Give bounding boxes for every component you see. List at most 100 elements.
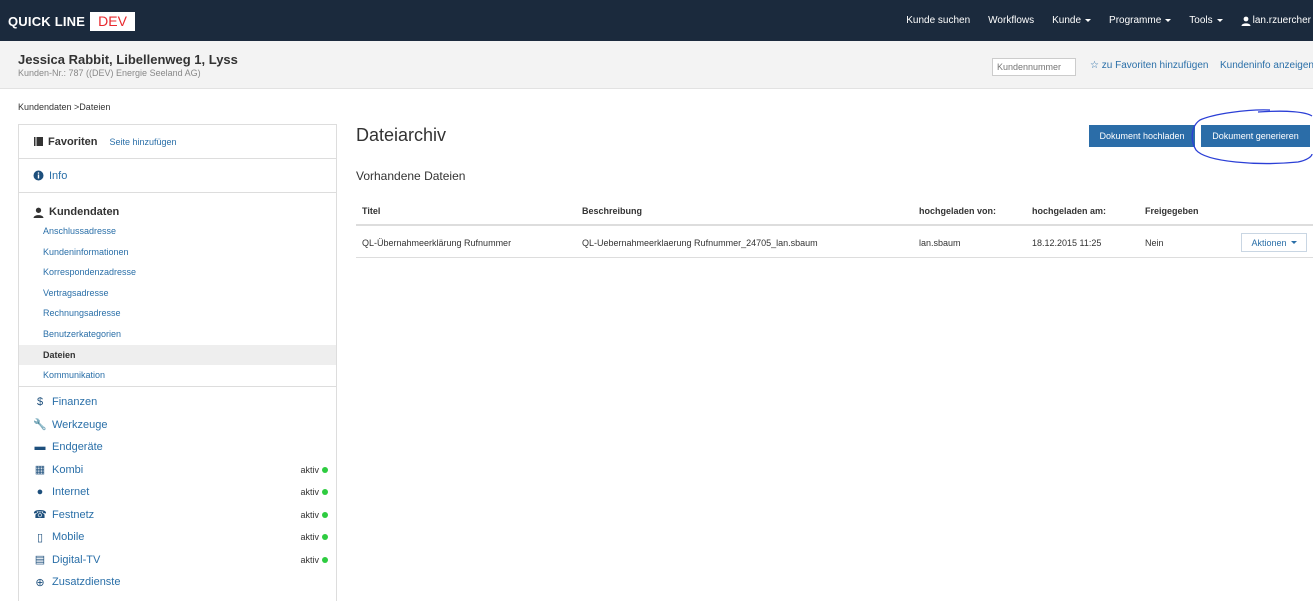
book-icon	[34, 137, 43, 146]
column-header-hochgeladen-am: hochgeladen am:	[1032, 206, 1107, 216]
sidebar-item-label: Finanzen	[52, 396, 98, 408]
actions-dropdown-button[interactable]: Aktionen	[1241, 233, 1307, 252]
nav-tools-dropdown[interactable]: Tools	[1189, 15, 1223, 26]
add-favorite-label: zu Favoriten hinzufügen	[1101, 60, 1209, 71]
top-navbar: QUICK LINE DEV Kunde suchen Workflows Ku…	[0, 0, 1313, 41]
nav-label: Tools	[1189, 15, 1213, 26]
status-label: aktiv	[300, 464, 319, 475]
sidebar-subitem-rechnungsadresse[interactable]: Rechnungsadresse	[19, 303, 336, 324]
status-dot-icon	[322, 556, 328, 563]
sidebar-item-digital-tv[interactable]: ▤ Digital-TV aktiv	[19, 548, 336, 571]
column-header-beschreibung: Beschreibung	[582, 206, 643, 216]
add-favorite-link[interactable]: ☆ zu Favoriten hinzufügen	[1090, 60, 1208, 71]
brand-name: QUICK LINE	[8, 13, 86, 29]
sidebar-item-finanzen[interactable]: $ Finanzen	[19, 391, 336, 414]
column-header-titel: Titel	[362, 206, 381, 216]
status-label: aktiv	[300, 509, 319, 520]
status-dot-icon	[322, 489, 328, 495]
nav-kunde-suchen[interactable]: Kunde suchen	[906, 15, 970, 26]
caret-down-icon	[1290, 241, 1297, 244]
sidebar-subitem-benutzerkategorien[interactable]: Benutzerkategorien	[19, 324, 336, 345]
status-dot-icon	[322, 534, 328, 540]
nav-label: Programme	[1109, 15, 1162, 26]
sidebar-item-label: Endgeräte	[52, 441, 103, 453]
add-page-link[interactable]: Seite hinzufügen	[110, 137, 177, 147]
mobile-icon: ▯	[36, 531, 44, 544]
nav-workflows[interactable]: Workflows	[988, 15, 1034, 26]
breadcrumb: Kundendaten >Dateien	[18, 102, 111, 112]
status-label: aktiv	[300, 532, 319, 542]
dollar-icon: $	[36, 396, 44, 408]
info-icon	[33, 170, 44, 181]
status-dot-icon	[322, 466, 328, 473]
kundendaten-heading[interactable]: Kundendaten	[19, 203, 336, 221]
sidebar-item-mobile[interactable]: ▯ Mobile aktiv	[19, 526, 336, 549]
sidebar-item-label: Kombi	[52, 463, 84, 476]
sidebar-item-label: Werkzeuge	[52, 418, 108, 431]
wrench-icon: 🔧	[33, 419, 47, 431]
sidebar-item-info[interactable]: Info	[19, 159, 336, 193]
cell-beschreibung: QL-Uebernahmeerklaerung Rufnummer_24705_…	[582, 237, 818, 248]
status-badge: aktiv	[300, 555, 328, 565]
sidebar-subitem-korrespondenzadresse[interactable]: Korrespondenzadresse	[19, 262, 336, 283]
grid-icon: ▦	[34, 464, 46, 476]
sidebar-item-label: Info	[49, 169, 68, 182]
status-label: aktiv	[300, 554, 319, 565]
upload-document-button[interactable]: Dokument hochladen	[1089, 125, 1195, 147]
files-table-header: Titel Beschreibung hochgeladen von: hoch…	[356, 198, 1313, 226]
sidebar-subitem-kommunikation[interactable]: Kommunikation	[19, 365, 336, 386]
actions-label: Aktionen	[1251, 237, 1287, 248]
cell-freigegeben: Nein	[1145, 237, 1164, 248]
generate-document-button[interactable]: Dokument generieren	[1201, 125, 1310, 147]
cell-titel: QL-Übernahmeerklärung Rufnummer	[362, 237, 512, 248]
sidebar-item-festnetz[interactable]: ☎ Festnetz aktiv	[19, 503, 336, 526]
globe-icon: ●	[36, 486, 44, 498]
table-row: QL-Übernahmeerklärung Rufnummer QL-Ueber…	[356, 228, 1313, 258]
nav-user[interactable]: lan.rzuercher	[1241, 15, 1311, 26]
nav-label: Kunde suchen	[906, 15, 971, 26]
caret-down-icon	[1085, 19, 1092, 22]
sidebar-kundendaten: Kundendaten Anschlussadresse Kundeninform…	[19, 193, 336, 387]
plus-icon: ⊕	[35, 576, 45, 589]
phone-icon: ☎	[33, 509, 47, 521]
sidebar-item-endgeräte[interactable]: ▬ Endgeräte	[19, 436, 336, 459]
kundendaten-list: Anschlussadresse Kundeninformationen Korre…	[19, 221, 336, 386]
nav-menu: Kunde suchen Workflows Kunde Programme T…	[888, 0, 1313, 41]
nav-kunde-dropdown[interactable]: Kunde	[1052, 15, 1092, 26]
device-icon: ▬	[34, 441, 46, 453]
brand-logo[interactable]: QUICK LINE DEV	[8, 10, 135, 32]
sidebar-item-zusatzdienste[interactable]: ⊕ Zusatzdienste	[19, 571, 336, 594]
sidebar-item-kombi[interactable]: ▦ Kombi aktiv	[19, 458, 336, 481]
nav-label: Workflows	[988, 15, 1035, 26]
caret-down-icon	[1165, 19, 1172, 22]
status-badge: aktiv	[300, 465, 328, 475]
env-badge: DEV	[90, 11, 135, 31]
kundendaten-title: Kundendaten	[49, 206, 120, 218]
column-header-freigegeben: Freigegeben	[1145, 206, 1199, 216]
customer-number: Kunden-Nr.: 787 ((DEV) Energie Seeland A…	[18, 68, 201, 78]
user-icon	[33, 207, 44, 218]
sidebar-subitem-anschlussadresse[interactable]: Anschlussadresse	[19, 221, 336, 242]
customer-number-input[interactable]	[992, 58, 1076, 76]
sidebar-subitem-vertragsadresse[interactable]: Vertragsadresse	[19, 283, 336, 304]
customer-info-link[interactable]: Kundeninfo anzeigen	[1220, 60, 1313, 71]
sidebar-item-werkzeuge[interactable]: 🔧 Werkzeuge	[19, 413, 336, 436]
section-title: Vorhandene Dateien	[356, 169, 466, 183]
page-title: Dateiarchiv	[356, 125, 447, 145]
film-icon: ▤	[34, 554, 46, 566]
sidebar-subitem-dateien[interactable]: Dateien	[19, 344, 336, 366]
star-icon: ☆	[1090, 60, 1102, 71]
sidebar-item-internet[interactable]: ● Internet aktiv	[19, 481, 336, 504]
sidebar: Favoriten Seite hinzufügen Info Kundenda…	[18, 124, 337, 601]
sidebar-item-label: Digital-TV	[52, 553, 101, 566]
sidebar-subitem-kundeninformationen[interactable]: Kundeninformationen	[19, 242, 336, 263]
sidebar-main-list: $ Finanzen 🔧 Werkzeuge ▬ Endgeräte ▦ Kombi aktiv…	[19, 387, 336, 594]
sidebar-item-label: Mobile	[52, 531, 85, 543]
status-badge: aktiv	[300, 532, 328, 542]
sidebar-favorites: Favoriten Seite hinzufügen	[19, 125, 336, 159]
status-badge: aktiv	[300, 510, 328, 520]
user-name: lan.rzuercher	[1252, 15, 1311, 26]
sidebar-item-label: Internet	[52, 486, 90, 498]
favorites-title: Favoriten	[48, 135, 98, 148]
nav-programme-dropdown[interactable]: Programme	[1109, 15, 1172, 26]
